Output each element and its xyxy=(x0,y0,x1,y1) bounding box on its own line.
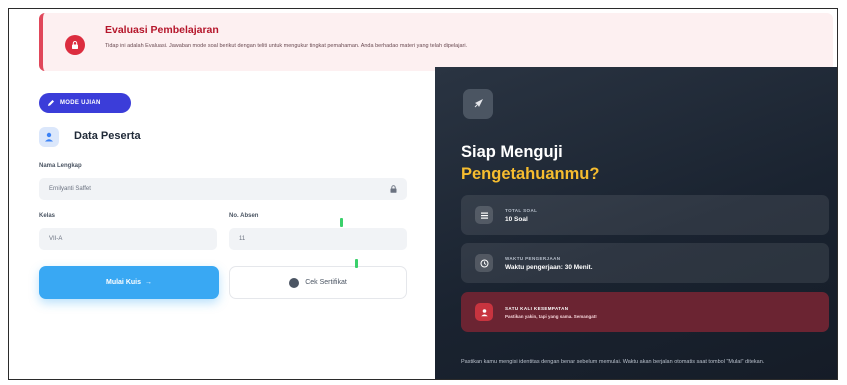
name-field[interactable]: Ernilyanti Saffet xyxy=(39,178,407,200)
card-label: SATU KALI KESEMPATAN xyxy=(505,305,569,311)
exam-mode-badge: MODE UJIAN xyxy=(39,93,131,113)
pencil-icon xyxy=(47,99,55,107)
footnote: Pastikan kamu mengisi identitas dengan b… xyxy=(461,359,765,365)
absen-value: 11 xyxy=(239,236,246,242)
rocket-icon xyxy=(463,89,493,119)
absen-label: No. Absen xyxy=(229,213,259,219)
alert-text: Tidap ini adalah Evaluasi. Jawaban mode … xyxy=(105,43,468,49)
duration-card: WAKTU PENGERJAAN Waktu pengerjaan: 30 Me… xyxy=(461,243,829,283)
start-quiz-button[interactable]: Mulai Kuis → xyxy=(39,266,219,299)
section-title: Data Peserta xyxy=(74,130,141,142)
certificate-icon xyxy=(289,277,300,288)
check-certificate-label: Cek Sertifikat xyxy=(305,279,347,286)
one-chance-card: SATU KALI KESEMPATAN Pastikan yakin, tap… xyxy=(461,292,829,332)
hero-subtitle: Pengetahuanmu? xyxy=(461,165,600,183)
lock-icon xyxy=(65,35,85,55)
lock-icon xyxy=(390,185,397,193)
participant-panel: MODE UJIAN Data Peserta Nama Lengkap Ern… xyxy=(9,71,439,379)
arrow-right-icon: → xyxy=(145,279,152,286)
name-value: Ernilyanti Saffet xyxy=(49,186,91,192)
card-label: TOTAL SOAL xyxy=(505,207,538,213)
user-icon xyxy=(39,127,59,147)
class-value: VII-A xyxy=(49,236,63,242)
name-label: Nama Lengkap xyxy=(39,163,82,169)
list-icon xyxy=(475,206,493,224)
card-value: 10 Soal xyxy=(505,215,528,223)
card-label: WAKTU PENGERJAAN xyxy=(505,255,561,261)
cursor-marker xyxy=(340,218,343,227)
app-frame: Evaluasi Pembelajaran Tidap ini adalah E… xyxy=(8,8,838,380)
user-alert-icon xyxy=(475,303,493,321)
class-label: Kelas xyxy=(39,213,56,219)
clock-icon xyxy=(475,254,493,272)
total-questions-card: TOTAL SOAL 10 Soal xyxy=(461,195,829,235)
evaluation-alert: Evaluasi Pembelajaran Tidap ini adalah E… xyxy=(39,13,833,71)
badge-label: MODE UJIAN xyxy=(60,100,101,106)
class-field[interactable]: VII-A xyxy=(39,228,217,250)
card-value: Pastikan yakin, tapi yang sama. Semangat… xyxy=(505,313,597,319)
alert-title: Evaluasi Pembelajaran xyxy=(105,24,219,36)
cursor-marker xyxy=(355,259,358,268)
card-value: Waktu pengerjaan: 30 Menit. xyxy=(505,263,593,271)
start-quiz-label: Mulai Kuis xyxy=(105,279,141,286)
hero-title: Siap Menguji xyxy=(461,143,563,161)
quiz-info-panel: Siap Menguji Pengetahuanmu? TOTAL SOAL 1… xyxy=(435,67,837,379)
check-certificate-button[interactable]: Cek Sertifikat xyxy=(229,266,407,299)
absen-field[interactable]: 11 xyxy=(229,228,407,250)
